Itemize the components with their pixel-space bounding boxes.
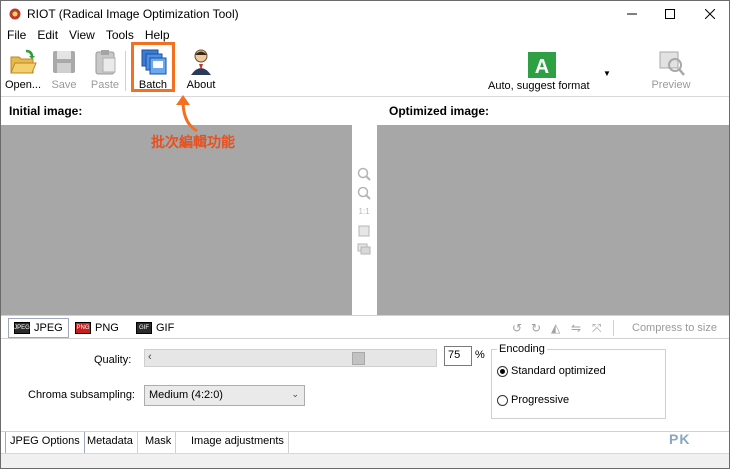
- title-bar: RIOT (Radical Image Optimization Tool): [1, 1, 729, 27]
- svg-text:A: A: [535, 56, 549, 78]
- radio-progressive[interactable]: Progressive: [497, 394, 569, 406]
- menu-edit[interactable]: Edit: [31, 27, 63, 45]
- radio-standard-optimized[interactable]: Standard optimized: [497, 365, 606, 377]
- tab-png[interactable]: PNG PNG: [70, 318, 124, 338]
- maximize-button[interactable]: [651, 1, 689, 27]
- riot-window: RIOT (Radical Image Optimization Tool) F…: [0, 0, 730, 469]
- menu-bar: File Edit View Tools Help: [1, 27, 729, 45]
- gif-file-icon: GIF: [136, 322, 152, 334]
- radio-progressive-label: Progressive: [511, 394, 570, 406]
- window-title: RIOT (Radical Image Optimization Tool): [27, 7, 239, 21]
- rotate-left-icon[interactable]: ↺: [512, 321, 522, 335]
- preview-magnifier-icon: [659, 51, 685, 76]
- toolbar: Open... Save Paste Batch About: [1, 45, 729, 97]
- open-label: Open...: [4, 79, 42, 91]
- menu-view[interactable]: View: [63, 27, 100, 45]
- tab-mask[interactable]: Mask: [141, 432, 177, 453]
- compress-to-size-button[interactable]: Compress to size: [632, 322, 717, 334]
- maximize-icon: [665, 9, 675, 19]
- resize-icon[interactable]: ⤧: [592, 321, 602, 336]
- optimized-image-pane[interactable]: [377, 125, 729, 315]
- encoding-group: [491, 349, 666, 419]
- close-icon: [705, 9, 715, 19]
- batch-highlight-box: [131, 42, 175, 92]
- status-bar: [1, 453, 729, 468]
- quality-slider[interactable]: ‹: [144, 349, 437, 367]
- close-button[interactable]: [691, 1, 729, 27]
- about-button[interactable]: About: [183, 47, 219, 95]
- paste-label: Paste: [90, 79, 120, 91]
- save-label: Save: [51, 79, 77, 91]
- png-file-icon: PNG: [75, 322, 91, 334]
- jpeg-file-icon: JPEG: [14, 322, 30, 334]
- compare-icon[interactable]: [356, 242, 372, 256]
- tab-jpeg[interactable]: JPEG JPEG: [8, 318, 69, 338]
- riot-app-icon: [9, 8, 21, 20]
- quality-slider-thumb[interactable]: [352, 352, 366, 365]
- flip-horizontal-icon[interactable]: ◭: [551, 321, 560, 335]
- tab-png-label: PNG: [95, 322, 119, 334]
- radio-selected-icon[interactable]: [497, 365, 508, 377]
- save-button[interactable]: Save: [49, 47, 79, 95]
- format-auto-icon: A: [528, 52, 556, 78]
- preview-label: Preview: [651, 79, 691, 91]
- encoding-title: Encoding: [497, 343, 547, 355]
- chroma-subsampling-value: Medium (4:2:0): [149, 389, 223, 401]
- minimize-icon: [627, 13, 637, 15]
- quality-label: Quality:: [94, 354, 132, 366]
- quality-percent-sign: %: [475, 349, 485, 361]
- tools-separator: [613, 320, 614, 336]
- tab-gif[interactable]: GIF GIF: [131, 318, 179, 338]
- watermark-text: PK: [669, 431, 691, 447]
- zoom-one-to-one[interactable]: 1:1: [356, 207, 372, 221]
- preview-button[interactable]: Preview: [649, 48, 693, 96]
- format-dropdown-icon[interactable]: ▼: [603, 69, 611, 78]
- initial-image-pane[interactable]: [1, 125, 352, 315]
- radio-standard-optimized-label: Standard optimized: [511, 365, 606, 377]
- menu-file[interactable]: File: [1, 27, 31, 45]
- fit-window-icon[interactable]: [356, 224, 372, 238]
- bottom-tabs: JPEG Options Metadata Mask Image adjustm…: [1, 431, 729, 454]
- quality-input[interactable]: 75: [444, 346, 472, 366]
- save-disk-icon: [53, 51, 75, 73]
- chroma-subsampling-select[interactable]: Medium (4:2:0) ⌄: [144, 385, 305, 406]
- zoom-in-icon[interactable]: [356, 167, 372, 181]
- chroma-subsampling-label: Chroma subsampling:: [28, 389, 135, 401]
- about-person-icon: [191, 49, 211, 75]
- slider-left-arrow-icon[interactable]: ‹: [148, 351, 152, 363]
- optimized-image-header: Optimized image:: [381, 98, 729, 125]
- annotation-arrow-icon: [176, 95, 198, 133]
- format-selector-label[interactable]: Auto, suggest format: [488, 80, 590, 92]
- about-label: About: [186, 79, 216, 91]
- format-tabs-row: JPEG JPEG PNG PNG GIF GIF ↺ ↻ ◭ ⇋ ⤧ Comp…: [1, 315, 729, 339]
- rotate-right-icon[interactable]: ↻: [531, 321, 541, 335]
- open-folder-icon: [10, 49, 37, 74]
- zoom-out-icon[interactable]: [356, 186, 372, 200]
- batch-annotation-text: 批次編輯功能: [151, 134, 235, 150]
- flip-vertical-icon[interactable]: ⇋: [571, 321, 581, 335]
- toolbar-separator: [125, 51, 126, 91]
- paste-button[interactable]: Paste: [89, 47, 121, 95]
- chevron-down-icon: ⌄: [291, 389, 299, 399]
- radio-unselected-icon[interactable]: [497, 394, 508, 406]
- paste-clipboard-icon: [95, 50, 116, 75]
- tab-image-adjustments[interactable]: Image adjustments: [187, 432, 289, 453]
- tab-metadata[interactable]: Metadata: [83, 432, 138, 453]
- tab-jpeg-label: JPEG: [34, 322, 63, 334]
- tab-jpeg-options[interactable]: JPEG Options: [5, 432, 85, 454]
- open-button[interactable]: Open...: [4, 47, 42, 95]
- minimize-button[interactable]: [613, 1, 651, 27]
- tab-gif-label: GIF: [156, 322, 175, 334]
